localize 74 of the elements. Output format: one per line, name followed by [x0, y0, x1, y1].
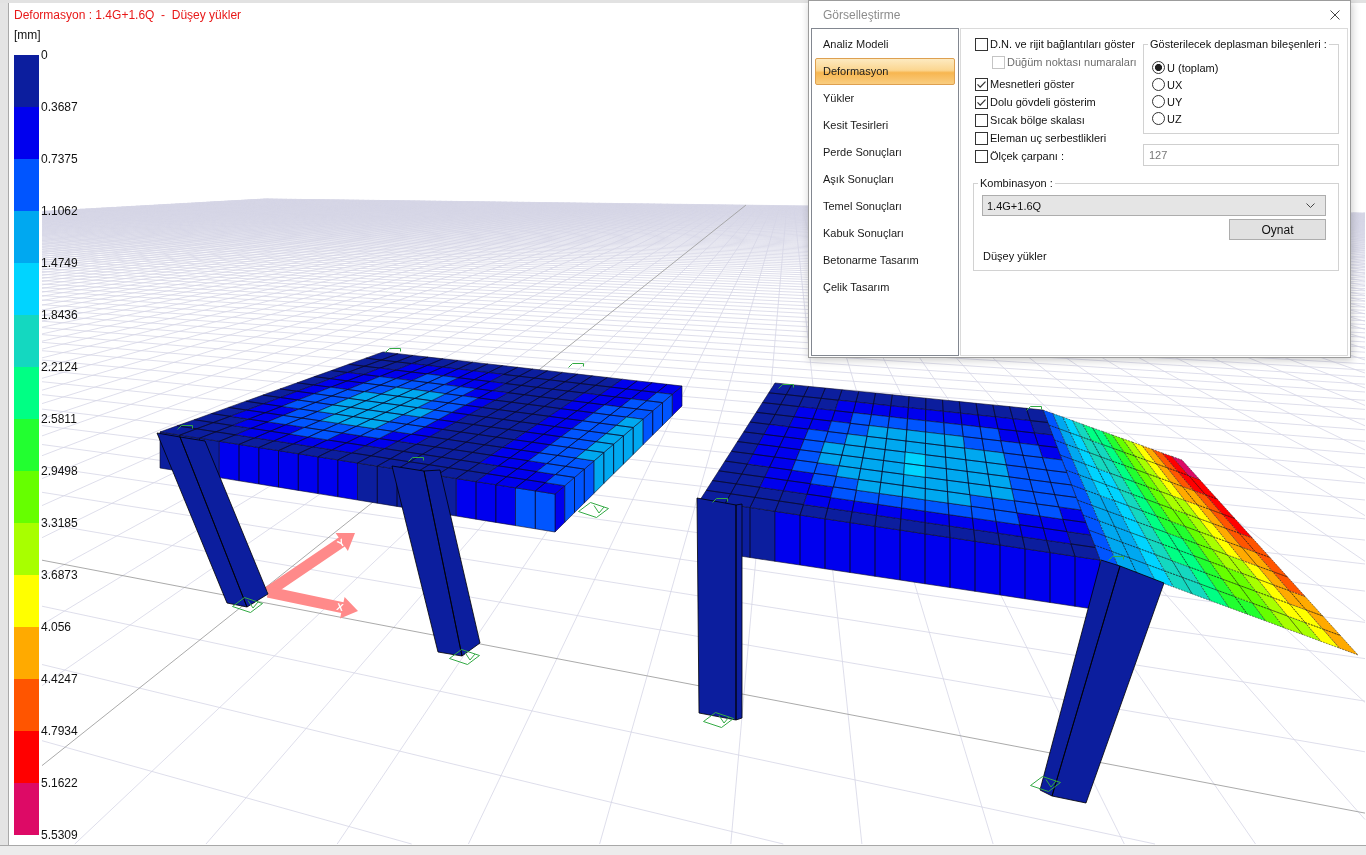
- checkbox-label: Mesnetleri göster: [990, 78, 1075, 90]
- axis-label: Y: [335, 536, 347, 550]
- radio-button[interactable]: [1152, 78, 1165, 91]
- checkbox[interactable]: [975, 95, 988, 109]
- checkmark-icon: [977, 98, 986, 106]
- scale-value: 5.5309: [41, 828, 78, 842]
- support-icon: [578, 502, 609, 518]
- combination-dropdown[interactable]: 1.4G+1.6Q: [982, 195, 1326, 216]
- scale-value: 4.056: [41, 620, 73, 634]
- checkbox[interactable]: [975, 113, 988, 127]
- checkbox-label: D.N. ve rijit bağlantıları göster: [990, 38, 1135, 50]
- checkbox[interactable]: [975, 131, 988, 145]
- support-icon: [177, 425, 193, 430]
- checkbox-label: Dolu gövdeli gösterim: [990, 96, 1096, 108]
- support-icon: [568, 363, 584, 368]
- category-item[interactable]: Çelik Tasarım: [815, 274, 955, 301]
- radio-button[interactable]: [1152, 95, 1165, 108]
- category-item[interactable]: Yükler: [815, 85, 955, 112]
- radio-label: UY: [1167, 95, 1183, 108]
- support-icon: [449, 649, 480, 665]
- category-item[interactable]: Aşık Sonuçları: [815, 166, 955, 193]
- checkbox[interactable]: [975, 149, 988, 163]
- support-icon: [1026, 406, 1042, 411]
- result-title: Deformasyon : 1.4G+1.6Q - Düşey yükler: [14, 8, 242, 22]
- scale-value: 1.8436: [41, 308, 78, 322]
- checkbox[interactable]: [975, 77, 988, 91]
- unit-label: [mm]: [14, 28, 42, 42]
- combination-description: Düşey yükler: [982, 249, 1048, 263]
- play-button[interactable]: Oynat: [1229, 219, 1326, 240]
- scale-value: 5.1622: [41, 776, 78, 790]
- support-icon: [1108, 556, 1124, 561]
- scale-value: 1.1062: [41, 204, 78, 218]
- support-icon: [232, 597, 263, 613]
- category-item[interactable]: Kesit Tesirleri: [815, 112, 955, 139]
- scale-value: 3.3185: [41, 516, 78, 530]
- support-icon: [703, 712, 734, 728]
- scale-value: 0: [41, 48, 49, 62]
- radio-label: U (toplam): [1167, 61, 1219, 74]
- scale-value: 2.2124: [41, 360, 78, 374]
- category-item[interactable]: Perde Sonuçları: [815, 139, 955, 166]
- scale-value: 2.5811: [41, 412, 78, 426]
- scale-value: 3.6873: [41, 568, 78, 582]
- group-title: Kombinasyon :: [979, 176, 1054, 190]
- category-item[interactable]: Analiz Modeli: [815, 31, 955, 58]
- checkbox[interactable]: [975, 37, 988, 51]
- scale-value: 4.4247: [41, 672, 78, 686]
- group-title: Gösterilecek deplasman bileşenleri :: [1149, 37, 1328, 51]
- radio-label: UZ: [1167, 112, 1182, 125]
- category-item[interactable]: Betonarme Tasarım: [815, 247, 955, 274]
- close-icon[interactable]: [1330, 9, 1340, 20]
- scale-value: 4.7934: [41, 724, 78, 738]
- scale-value: 1.4749: [41, 256, 78, 270]
- category-item[interactable]: Deformasyon: [815, 58, 955, 85]
- checkmark-icon: [977, 80, 986, 88]
- chevron-down-icon: [1306, 203, 1315, 208]
- scale-value: 0.7375: [41, 152, 78, 166]
- axis-label: X: [335, 600, 345, 614]
- support-icon: [1030, 776, 1061, 792]
- support-icon: [712, 498, 728, 503]
- radio-button[interactable]: [1152, 112, 1165, 125]
- support-icon: [778, 384, 794, 389]
- category-item[interactable]: Temel Sonuçları: [815, 193, 955, 220]
- radio-button[interactable]: [1152, 61, 1165, 74]
- checkbox-label: Düğüm noktası numaraları: [1007, 56, 1137, 68]
- radio-label: UX: [1167, 78, 1183, 91]
- checkbox-label: Ölçek çarpanı :: [990, 150, 1064, 162]
- checkbox-label: Sıcak bölge skalası: [990, 114, 1085, 126]
- scale-value: 0.3687: [41, 100, 78, 114]
- support-icon: [408, 457, 424, 462]
- checkbox-label: Eleman uç serbestlikleri: [990, 132, 1107, 144]
- dialog-title: Görselleştirme: [823, 7, 901, 22]
- support-icon: [385, 348, 401, 353]
- category-item[interactable]: Kabuk Sonuçları: [815, 220, 955, 247]
- scale-value: 2.9498: [41, 464, 78, 478]
